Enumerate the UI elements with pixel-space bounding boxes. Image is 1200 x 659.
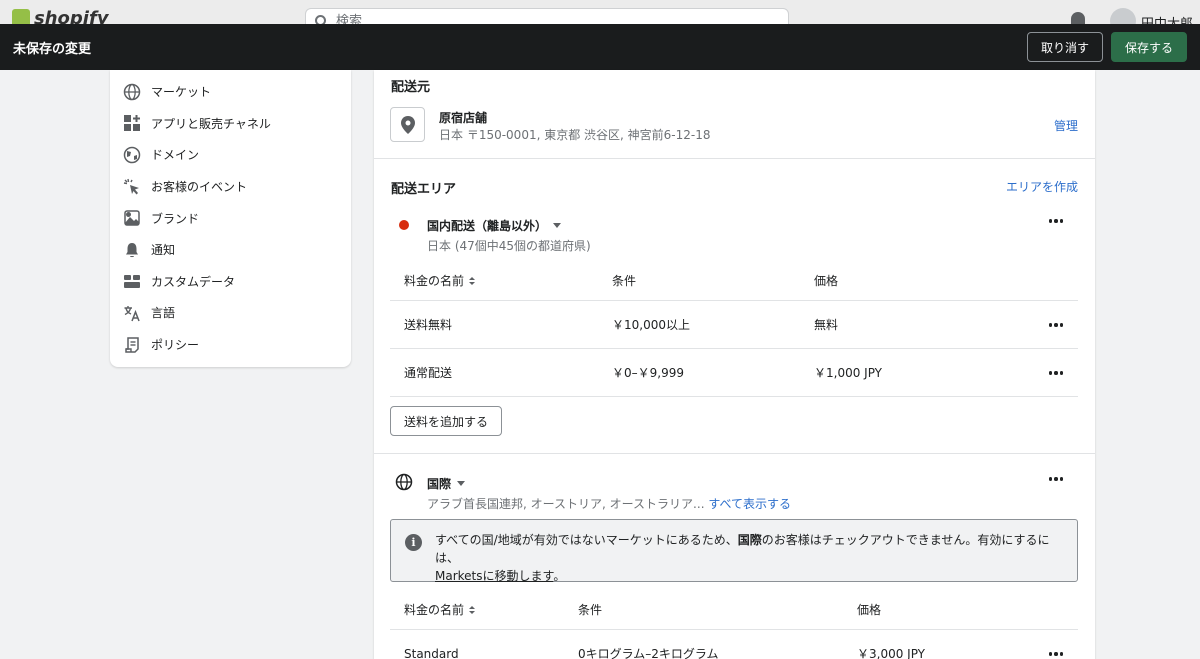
brand-image-icon: [123, 209, 141, 227]
info-icon: i: [405, 534, 422, 551]
markets-link[interactable]: Marketsに移動します: [435, 569, 553, 583]
policy-scroll-icon: [123, 336, 141, 354]
sidebar-item-custom-data[interactable]: カスタムデータ: [110, 266, 351, 298]
shipping-zones-section: 配送エリア エリアを作成 国内配送（離島以外） 日本 (47個中45個の都道府県…: [374, 159, 1095, 454]
sort-icon: [469, 276, 476, 285]
banner-text-1: すべての国/地域が有効ではないマーケットにあるため、: [435, 533, 738, 547]
row-more-icon[interactable]: [1046, 366, 1066, 380]
sidebar-item-label: 言語: [151, 306, 176, 321]
caret-down-icon: [553, 223, 562, 228]
sidebar-item-label: 通知: [151, 243, 176, 258]
sidebar-item-label: マーケット: [151, 85, 212, 100]
location-address: 日本 〒150-0001, 東京都 渋谷区, 神宮前6-12-18: [439, 128, 711, 142]
save-button[interactable]: 保存する: [1110, 32, 1187, 62]
domain-globe-icon: [123, 146, 141, 164]
sidebar-item-label: お客様のイベント: [151, 180, 248, 195]
sort-icon: [469, 605, 476, 614]
sidebar-item-notifications[interactable]: 通知: [110, 234, 351, 266]
sidebar-item-customer-events[interactable]: お客様のイベント: [110, 171, 351, 203]
row-more-icon[interactable]: [1046, 647, 1066, 659]
sidebar-item-label: ドメイン: [151, 148, 200, 163]
rate-price: ￥3,000 JPY: [857, 647, 926, 659]
shipping-origin-section: 配送元 原宿店舗 日本 〒150-0001, 東京都 渋谷区, 神宮前6-12-…: [374, 70, 1095, 159]
location-name: 原宿店舗: [439, 111, 488, 125]
international-zone-title: 国際: [427, 477, 452, 491]
sidebar-item-label: アプリと販売チャネル: [151, 116, 271, 131]
rate-name: 送料無料: [404, 318, 453, 332]
apps-icon: [123, 114, 141, 132]
sidebar-item-markets[interactable]: マーケット: [110, 76, 351, 108]
column-header-rate-name[interactable]: 料金の名前: [404, 261, 476, 300]
column-header-price: 価格: [814, 274, 839, 288]
manage-link[interactable]: 管理: [1054, 117, 1078, 134]
rate-condition: ￥10,000以上: [612, 318, 690, 332]
origin-heading: 配送元: [391, 80, 431, 95]
zones-heading: 配送エリア: [391, 182, 457, 197]
bell-icon: [123, 241, 141, 259]
banner-end: 。: [553, 569, 566, 583]
location-pin-icon: [390, 107, 425, 142]
shipping-profile-card: 配送元 原宿店舗 日本 〒150-0001, 東京都 渋谷区, 神宮前6-12-…: [374, 70, 1095, 659]
sidebar-item-brand[interactable]: ブランド: [110, 202, 351, 234]
column-header-condition: 条件: [612, 274, 637, 288]
translate-icon: [123, 304, 141, 322]
table-row: Standard 0キログラム–2キログラム ￥3,000 JPY: [390, 630, 1078, 659]
rate-name: 通常配送: [404, 366, 453, 380]
rate-name: Standard: [404, 646, 459, 659]
globe-icon: [123, 83, 141, 101]
sidebar-item-policies[interactable]: ポリシー: [110, 329, 351, 361]
table-row: 通常配送 ￥0–￥9,999 ￥1,000 JPY: [390, 349, 1078, 397]
create-zone-link[interactable]: エリアを作成: [1006, 178, 1078, 195]
discard-button[interactable]: 取り消す: [1026, 32, 1103, 62]
rate-price: ￥1,000 JPY: [814, 366, 883, 380]
globe-icon: [395, 473, 413, 495]
column-header-price: 価格: [857, 603, 882, 617]
show-all-link[interactable]: すべて表示する: [708, 497, 791, 511]
table-row: 送料無料 ￥10,000以上 無料: [390, 301, 1078, 349]
sidebar-item-languages[interactable]: 言語: [110, 297, 351, 329]
zone-status-dot: [399, 220, 409, 230]
domestic-zone-subtitle: 日本 (47個中45個の都道府県): [427, 239, 591, 253]
column-header-condition: 条件: [578, 603, 603, 617]
column-header-label: 料金の名前: [404, 603, 465, 617]
caret-down-icon: [457, 481, 466, 486]
sidebar-item-domains[interactable]: ドメイン: [110, 139, 351, 171]
row-more-icon[interactable]: [1046, 318, 1066, 332]
column-header-label: 料金の名前: [404, 274, 465, 288]
domestic-zone-more-icon[interactable]: [1046, 214, 1066, 228]
international-zone-toggle[interactable]: 国際: [427, 475, 466, 492]
domestic-zone-toggle[interactable]: 国内配送（離島以外）: [427, 217, 562, 234]
sidebar-item-label: ポリシー: [151, 338, 200, 353]
international-zone-more-icon[interactable]: [1046, 472, 1066, 486]
rate-price: 無料: [814, 318, 839, 332]
international-rates-table-header: 料金の名前 条件 価格: [390, 590, 1078, 630]
cursor-click-icon: [123, 178, 141, 196]
banner-bold-text: 国際: [737, 533, 762, 547]
unsaved-changes-title: 未保存の変更: [13, 41, 92, 57]
sidebar-item-label: カスタムデータ: [151, 274, 236, 289]
settings-sidebar: マーケット アプリと販売チャネル ドメイン お客様のイベント ブランド 通知 カ…: [110, 70, 351, 367]
domestic-zone-title: 国内配送（離島以外）: [427, 219, 548, 233]
international-zone-section: 国際 アラブ首長国連邦, オーストリア, オーストラリア... すべて表示する …: [374, 454, 1095, 659]
domestic-rates-table-header: 料金の名前 条件 価格: [390, 261, 1078, 301]
save-bar-actions: 取り消す 保存する: [1026, 32, 1187, 62]
markets-warning-banner: i すべての国/地域が有効ではないマーケットにあるため、国際のお客様はチェックア…: [390, 519, 1078, 583]
international-zone-subtitle-row: アラブ首長国連邦, オーストリア, オーストラリア... すべて表示する: [427, 495, 791, 512]
add-rate-button[interactable]: 送料を追加する: [390, 406, 503, 436]
unsaved-changes-bar: 未保存の変更 取り消す 保存する: [0, 24, 1200, 70]
column-header-rate-name[interactable]: 料金の名前: [404, 590, 476, 629]
international-zone-countries: アラブ首長国連邦, オーストリア, オーストラリア...: [427, 497, 705, 511]
rate-condition: 0キログラム–2キログラム: [578, 647, 719, 659]
custom-data-icon: [123, 272, 141, 290]
sidebar-item-apps[interactable]: アプリと販売チャネル: [110, 108, 351, 140]
sidebar-item-label: ブランド: [151, 211, 200, 226]
rate-condition: ￥0–￥9,999: [612, 366, 684, 380]
